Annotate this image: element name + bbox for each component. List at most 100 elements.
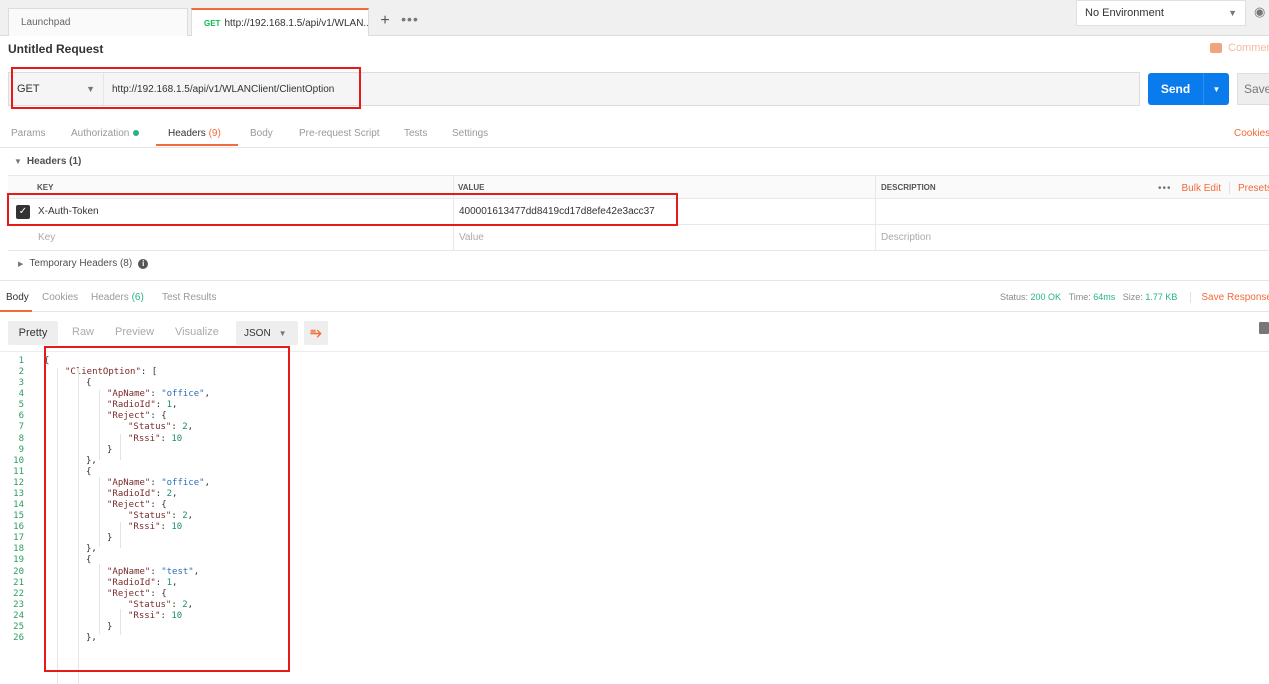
checkbox-checked-icon[interactable]: ✓ <box>16 205 30 219</box>
tab-body[interactable]: Body <box>250 128 273 139</box>
cookies-link[interactable]: Cookies <box>1234 128 1269 139</box>
tab-response-cookies[interactable]: Cookies <box>42 292 78 303</box>
line-number: 18 <box>13 544 24 555</box>
save-button[interactable]: Save <box>1237 73 1269 105</box>
code-token: 10 <box>171 522 183 533</box>
tab-params[interactable]: Params <box>11 128 45 139</box>
format-type-select[interactable]: JSON ▼ <box>236 321 298 345</box>
tab-pre-request-script[interactable]: Pre-request Script <box>299 128 380 139</box>
code-line: 16 "Rssi": 10 <box>0 522 1269 533</box>
chevron-down-icon[interactable]: ▼ <box>1204 85 1229 94</box>
line-number: 26 <box>13 633 24 643</box>
format-preview-button[interactable]: Preview <box>115 326 154 338</box>
code-token: { <box>86 555 92 566</box>
method-select[interactable]: GET ▼ <box>9 73 104 105</box>
save-response-button[interactable]: Save Response <box>1201 292 1269 303</box>
line-number: 25 <box>13 621 24 632</box>
tab-test-results[interactable]: Test Results <box>162 292 216 303</box>
line-number: 4 <box>18 389 24 400</box>
more-icon[interactable]: ••• <box>1158 183 1172 194</box>
request-title[interactable]: Untitled Request <box>8 42 103 56</box>
info-icon[interactable]: i <box>138 258 149 269</box>
code-line: 14 "Reject": { <box>0 500 1269 511</box>
time-value[interactable]: 64ms <box>1093 292 1115 302</box>
code-content: } <box>36 533 112 543</box>
code-content: } <box>36 622 112 632</box>
code-content: "ApName": "office", <box>36 389 210 399</box>
header-key[interactable]: X-Auth-Token <box>38 199 99 224</box>
comments-label: Comments <box>1228 42 1269 54</box>
value-placeholder[interactable]: Value <box>459 225 484 250</box>
line-number: 2 <box>18 367 24 378</box>
code-token: : { <box>150 411 167 422</box>
tab-count: (6) <box>131 292 144 303</box>
code-token: "office" <box>161 477 205 488</box>
tab-more-icon[interactable]: ••• <box>400 11 420 31</box>
temporary-headers-toggle[interactable]: ▶ Temporary Headers (8) i <box>18 258 149 269</box>
col-key: KEY <box>37 182 54 192</box>
column-divider <box>453 199 454 224</box>
tab-request[interactable]: GET http://192.168.1.5/api/v1/WLAN... <box>191 8 369 36</box>
tab-headers[interactable]: Headers (9) <box>168 128 221 139</box>
col-description: DESCRIPTION <box>881 182 936 192</box>
code-token: , <box>172 400 178 411</box>
new-tab-button[interactable]: + <box>375 11 395 31</box>
code-token: { <box>86 378 92 389</box>
chevron-down-icon: ▼ <box>278 328 287 338</box>
size-value[interactable]: 1.77 KB <box>1145 292 1177 302</box>
code-token: "Reject" <box>107 588 151 599</box>
key-placeholder[interactable]: Key <box>38 225 55 250</box>
indent-guide <box>120 522 121 548</box>
code-token: "ApName" <box>107 389 151 400</box>
code-token: "office" <box>161 389 205 400</box>
indent-guide <box>120 434 121 460</box>
tab-authorization[interactable]: Authorization <box>71 128 140 139</box>
eye-icon[interactable]: ◉ <box>1254 4 1265 20</box>
tab-launchpad[interactable]: Launchpad <box>8 8 188 36</box>
size-label: Size: <box>1122 292 1143 302</box>
code-line: 23 "Status": 2, <box>0 600 1269 611</box>
comments-button[interactable]: Comments <box>1210 42 1269 54</box>
line-number: 23 <box>13 599 24 610</box>
tab-settings[interactable]: Settings <box>452 128 488 139</box>
code-token: }, <box>86 544 97 555</box>
response-body-code[interactable]: 1{2 "ClientOption": [3{4 "ApName": "office… <box>0 352 1269 684</box>
code-token: "ApName" <box>107 566 151 577</box>
delete-icon[interactable] <box>1259 322 1269 334</box>
format-raw-button[interactable]: Raw <box>72 326 94 338</box>
code-line: 21 "RadioId": 1, <box>0 578 1269 589</box>
column-divider <box>875 176 876 198</box>
send-button[interactable]: Send ▼ <box>1148 73 1229 105</box>
format-pretty-button[interactable]: Pretty <box>8 321 58 345</box>
tab-tests[interactable]: Tests <box>404 128 427 139</box>
code-token: , <box>187 511 194 522</box>
headers-section-label: Headers (1) <box>26 156 82 167</box>
code-token: }, <box>86 455 97 466</box>
status-dot-icon <box>133 130 140 137</box>
code-line: 13 "RadioId": 2, <box>0 489 1269 500</box>
line-number: 1 <box>18 356 24 366</box>
code-content: "Reject": { <box>36 411 167 421</box>
code-token: "Reject" <box>107 411 151 422</box>
bulk-edit-button[interactable]: Bulk Edit <box>1182 183 1221 194</box>
url-input[interactable] <box>104 73 1139 105</box>
environment-select[interactable]: No Environment ▼ <box>1076 0 1246 26</box>
headers-section-toggle[interactable]: ▼ Headers (1) <box>14 156 81 167</box>
tab-response-headers[interactable]: Headers (6) <box>91 292 144 303</box>
line-number: 3 <box>18 378 24 389</box>
code-line: 12 "ApName": "office", <box>0 478 1269 489</box>
code-token: "Rssi" <box>128 433 161 444</box>
description-placeholder[interactable]: Description <box>881 225 931 250</box>
code-line: 18}, <box>0 544 1269 555</box>
caret-right-icon: ▶ <box>18 260 24 268</box>
presets-button[interactable]: Presets <box>1238 183 1269 194</box>
format-visualize-button[interactable]: Visualize <box>175 326 219 338</box>
line-number: 21 <box>13 577 24 588</box>
status-value[interactable]: 200 OK <box>1031 292 1062 302</box>
wrap-lines-icon[interactable]: ⥱ <box>304 321 328 345</box>
header-value[interactable]: 400001613477dd8419cd17d8efe42e3acc37 <box>459 199 655 224</box>
code-content: } <box>36 445 112 455</box>
table-row: ✓ X-Auth-Token 400001613477dd8419cd17d8e… <box>8 199 1269 225</box>
tab-response-body[interactable]: Body <box>6 292 29 303</box>
code-content: }, <box>36 633 97 643</box>
